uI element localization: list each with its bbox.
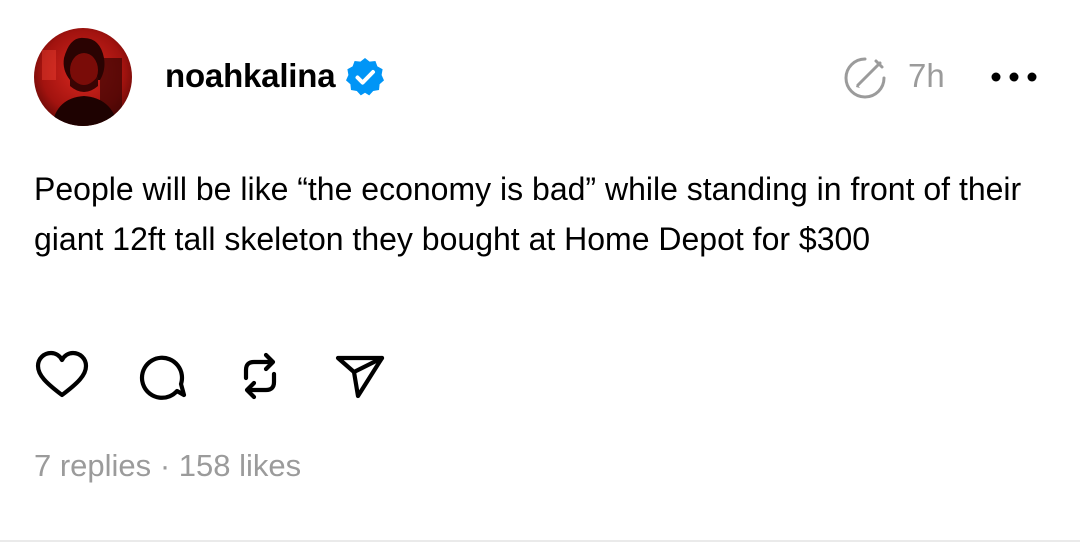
stats-separator: · xyxy=(159,448,171,483)
post-text: People will be like “the economy is bad”… xyxy=(34,171,1022,257)
post-stats: 7 replies · 158 likes xyxy=(34,444,301,488)
post-timestamp: 7h xyxy=(908,57,945,94)
comment-icon[interactable] xyxy=(132,348,188,404)
author-avatar[interactable] xyxy=(34,28,132,126)
threads-post: noahkalina 7h People will be like “the e… xyxy=(0,0,1080,546)
more-options-icon[interactable] xyxy=(988,62,1040,92)
post-divider xyxy=(0,540,1080,542)
replies-count-link[interactable]: 7 replies xyxy=(34,448,151,483)
edited-clock-icon[interactable] xyxy=(842,55,888,101)
verified-badge-icon xyxy=(346,58,384,96)
likes-count-link[interactable]: 158 likes xyxy=(179,448,301,483)
repost-icon[interactable] xyxy=(232,348,288,404)
send-icon[interactable] xyxy=(332,348,388,404)
heart-icon[interactable] xyxy=(34,348,90,404)
author-username[interactable]: noahkalina xyxy=(165,56,336,96)
